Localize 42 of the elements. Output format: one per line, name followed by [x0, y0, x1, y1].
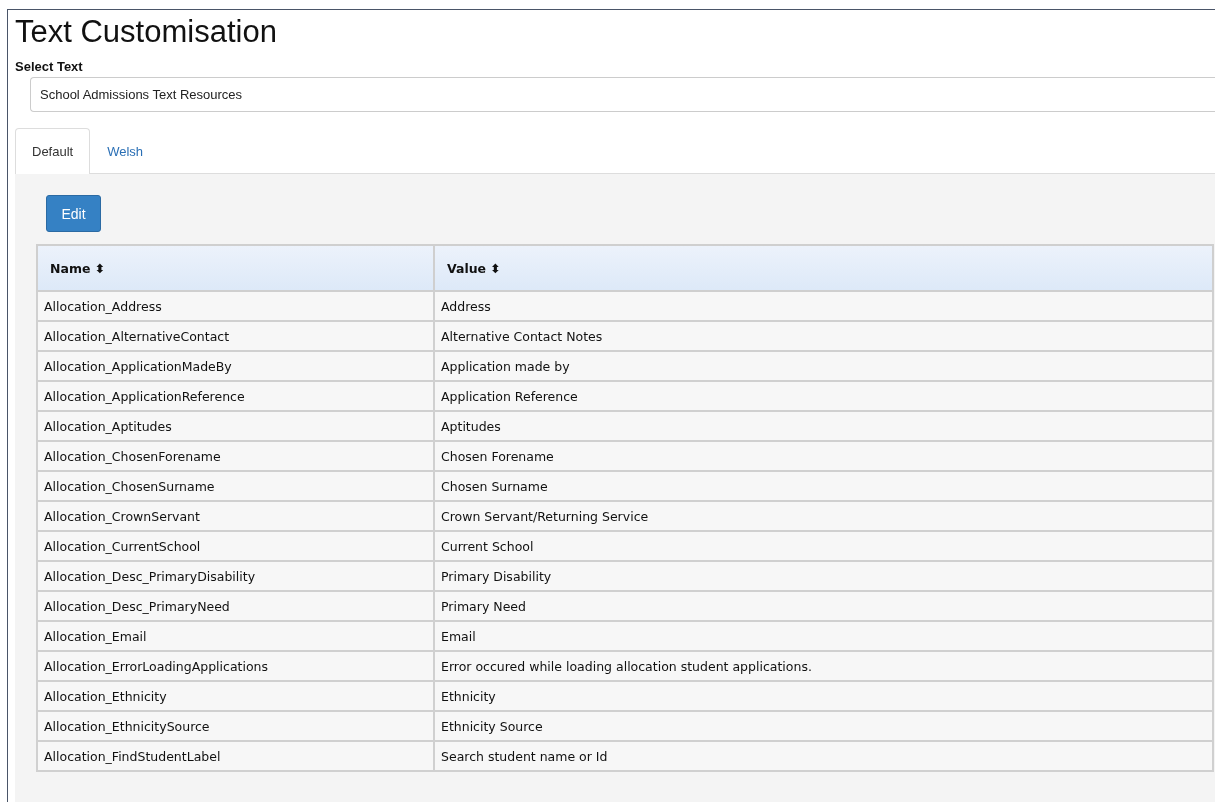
table-cell: Allocation_Desc_PrimaryNeed — [37, 591, 434, 621]
table-cell: Search student name or Id — [434, 741, 1213, 771]
column-header[interactable]: Name ⬍ — [37, 245, 434, 291]
table-cell: Allocation_AlternativeContact — [37, 321, 434, 351]
sort-icon[interactable]: ⬍ — [490, 260, 501, 276]
table-cell: Crown Servant/Returning Service — [434, 501, 1213, 531]
table-cell: Allocation_ApplicationMadeBy — [37, 351, 434, 381]
table-cell: Allocation_ApplicationReference — [37, 381, 434, 411]
table-cell: Application Reference — [434, 381, 1213, 411]
tab[interactable]: Welsh — [90, 128, 161, 173]
table-cell: Allocation_ChosenSurname — [37, 471, 434, 501]
table-cell: Email — [434, 621, 1213, 651]
column-header[interactable]: Value ⬍ — [434, 245, 1213, 291]
table-cell: Primary Need — [434, 591, 1213, 621]
table-cell: Allocation_Desc_PrimaryDisability — [37, 561, 434, 591]
table-cell: Allocation_FindStudentLabel — [37, 741, 434, 771]
table-cell: Allocation_Aptitudes — [37, 411, 434, 441]
table-cell: Allocation_Email — [37, 621, 434, 651]
select-label: Select Text — [15, 59, 84, 74]
text-select[interactable]: School Admissions Text Resources — [30, 77, 1215, 112]
table-cell: Ethnicity — [434, 681, 1213, 711]
table-cell: Current School — [434, 531, 1213, 561]
table-cell: Allocation_CrownServant — [37, 501, 434, 531]
table-cell: Chosen Surname — [434, 471, 1213, 501]
table-cell: Allocation_EthnicitySource — [37, 711, 434, 741]
page-title: Text Customisation — [15, 13, 278, 50]
table-cell: Alternative Contact Notes — [434, 321, 1213, 351]
table-cell: Application made by — [434, 351, 1213, 381]
sort-icon[interactable]: ⬍ — [94, 260, 105, 276]
tab[interactable]: Default — [15, 128, 91, 174]
table-cell: Primary Disability — [434, 561, 1213, 591]
table-cell: Allocation_ErrorLoadingApplications — [37, 651, 434, 681]
edit-button[interactable]: Edit — [46, 195, 101, 232]
table-cell: Allocation_Ethnicity — [37, 681, 434, 711]
table-cell: Error occured while loading allocation student applications. — [434, 651, 1213, 681]
table-cell: Chosen Forename — [434, 441, 1213, 471]
table-cell: Address — [434, 291, 1213, 321]
table-cell: Aptitudes — [434, 411, 1213, 441]
table-cell: Ethnicity Source — [434, 711, 1213, 741]
table-cell: Allocation_ChosenForename — [37, 441, 434, 471]
table-cell: Allocation_Address — [37, 291, 434, 321]
table-cell: Allocation_CurrentSchool — [37, 531, 434, 561]
